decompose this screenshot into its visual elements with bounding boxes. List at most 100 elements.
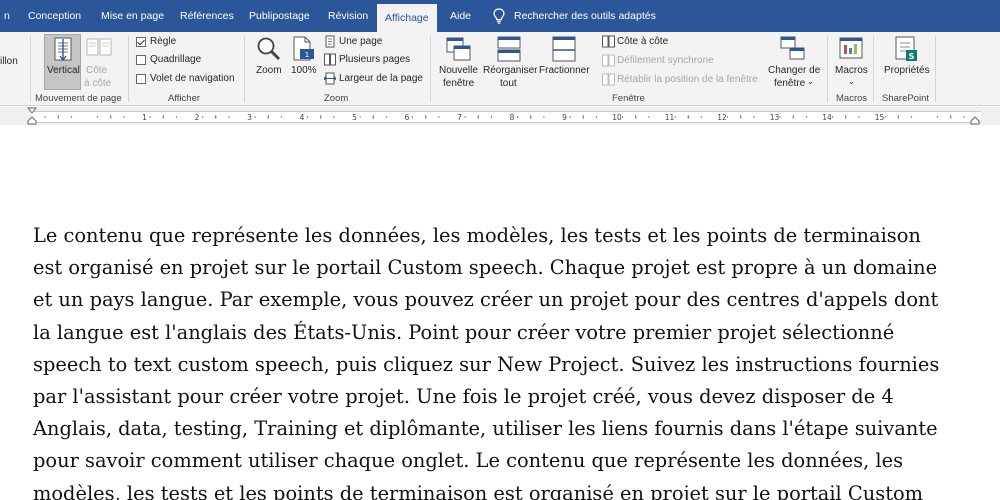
split-label: Fractionner — [539, 65, 590, 76]
ruler-number: 15 — [875, 113, 885, 122]
group-label-macros: Macros — [836, 93, 868, 104]
side-by-side-pages-icon — [86, 38, 112, 56]
tell-me-search[interactable]: Rechercher des outils adaptés — [492, 0, 656, 32]
ruler-number: 6 — [405, 113, 410, 122]
properties-button: Propriétés — [884, 65, 930, 76]
group-separator — [30, 36, 31, 102]
ruler-number: 8 — [510, 113, 515, 122]
ruler-label: Règle — [150, 36, 177, 47]
text-line: est organisé en projet sur le portail Cu… — [33, 256, 938, 280]
horizontal-ruler[interactable]: 1 2 3 4 5 6 7 8 9 10 11 12 13 14 15 — [0, 107, 1000, 125]
vertical-pages-icon — [54, 37, 72, 62]
tab-revision[interactable]: Révision — [328, 0, 368, 32]
macros-button: Macros — [835, 65, 868, 76]
ribbon-tab-bar: n Conception Mise en page Références Pub… — [0, 0, 1000, 32]
text-line: et un pays langue. Par exemple, vous pou… — [33, 288, 939, 312]
tab-mise-en-page[interactable]: Mise en page — [101, 0, 164, 32]
group-separator — [128, 36, 129, 102]
group-label-window: Fenêtre — [612, 93, 645, 104]
navigation-pane-checkbox[interactable] — [136, 74, 146, 84]
text-line: modèles, les tests et les points de term… — [33, 481, 924, 500]
tab-conception[interactable]: Conception — [28, 0, 81, 32]
zoom-magnifier-icon[interactable] — [256, 36, 282, 62]
side-by-side-label-2: à côte — [84, 78, 112, 89]
chevron-down-icon: ⌄ — [848, 77, 855, 86]
tab-aide[interactable]: Aide — [450, 0, 471, 32]
ruler-number: 14 — [822, 113, 832, 122]
group-separator — [430, 36, 431, 102]
group-separator — [827, 36, 828, 102]
group-label-show: Afficher — [168, 93, 201, 104]
ruler-number: 5 — [352, 113, 357, 122]
text-line: speech to text custom speech, puis cliqu… — [33, 352, 940, 376]
one-page-icon — [325, 35, 335, 48]
text-line: la langue est l'anglais des États-Unis. … — [33, 320, 895, 344]
new-window-label-2: fenêtre — [443, 78, 475, 89]
multiple-pages-icon — [324, 53, 336, 66]
group-separator — [873, 36, 874, 102]
page-width-button[interactable]: Largeur de la page — [339, 73, 423, 84]
group-separator — [244, 36, 245, 102]
ruler-number: 7 — [457, 113, 462, 122]
tab-partial[interactable]: n — [4, 0, 10, 32]
ruler-number: 3 — [247, 113, 252, 122]
zoom-100-icon[interactable]: 1 — [291, 36, 315, 62]
navigation-pane-label: Volet de navigation — [150, 73, 235, 84]
arrange-all-icon[interactable] — [496, 35, 522, 63]
ruler-number: 9 — [562, 113, 567, 122]
view-side-by-side-icon — [602, 35, 615, 48]
synchronous-scrolling-icon — [602, 54, 615, 67]
ruler-number: 11 — [665, 113, 675, 122]
synchronous-scrolling-button[interactable]: Défilement synchrone — [617, 55, 714, 66]
tab-publipostage[interactable]: Publipostage — [249, 0, 310, 32]
document-page[interactable]: Le contenu que représente les données, l… — [0, 125, 1000, 500]
switch-windows-label-1: Changer de — [768, 65, 821, 76]
ruler-number: 1 — [142, 113, 147, 122]
text-line: Le contenu que représente les données, l… — [33, 224, 921, 247]
reset-window-position-button[interactable]: Rétablir la position de la fenêtre — [617, 74, 758, 85]
lightbulb-icon — [493, 8, 505, 24]
switch-windows-icon[interactable] — [780, 35, 806, 63]
ruler-number: 4 — [300, 113, 305, 122]
svg-text:1: 1 — [305, 51, 309, 59]
ruler-number: 13 — [770, 113, 780, 122]
text-line: par l'assistant pour créer votre projet.… — [33, 385, 894, 409]
side-by-side-label-1: Côte — [86, 65, 108, 76]
ruler-checkbox[interactable] — [136, 37, 146, 47]
properties-icon[interactable]: S — [893, 35, 919, 63]
tab-references[interactable]: Références — [180, 0, 234, 32]
zoom-100-label: 100% — [291, 65, 317, 76]
group-separator — [935, 36, 936, 102]
ruler-number: 12 — [717, 113, 727, 122]
one-page-button[interactable]: Une page — [339, 36, 382, 47]
vertical-label: Vertical — [47, 65, 80, 76]
search-label: Rechercher des outils adaptés — [514, 10, 656, 22]
group-label-zoom: Zoom — [324, 93, 349, 104]
partial-button-label[interactable]: illon — [0, 56, 18, 67]
zoom-label: Zoom — [256, 65, 282, 76]
right-indent-marker-icon[interactable] — [970, 116, 980, 125]
text-line: pour savoir comment utiliser chaque ongl… — [33, 449, 904, 473]
split-icon[interactable] — [551, 35, 577, 63]
macros-icon[interactable] — [838, 35, 864, 63]
new-window-icon[interactable] — [446, 35, 472, 63]
reset-window-position-icon — [602, 73, 615, 86]
arrange-all-label-1: Réorganiser — [483, 65, 538, 76]
new-window-label-1: Nouvelle — [439, 65, 478, 76]
gridlines-checkbox[interactable] — [136, 55, 146, 65]
ruler-number: 10 — [612, 113, 622, 122]
svg-text:S: S — [909, 52, 915, 61]
chevron-down-icon: ⌄ — [807, 77, 814, 86]
ruler-number: 2 — [195, 113, 200, 122]
ribbon: illon Vertical Côte à côte Mouvement de … — [0, 32, 1000, 106]
group-label-page-movement: Mouvement de page — [35, 93, 122, 104]
tab-affichage[interactable]: Affichage — [377, 4, 437, 32]
ruler-markings: 1 2 3 4 5 6 7 8 9 10 11 12 13 14 15 — [44, 113, 965, 122]
group-label-sharepoint: SharePoint — [882, 93, 930, 104]
body-paragraph[interactable]: Le contenu que représente les données, l… — [33, 220, 973, 500]
arrange-all-label-2: tout — [500, 78, 517, 89]
multiple-pages-button[interactable]: Plusieurs pages — [339, 54, 410, 65]
view-side-by-side-button[interactable]: Côte à côte — [617, 36, 668, 47]
indent-marker-icon[interactable] — [27, 107, 37, 125]
gridlines-label: Quadrillage — [150, 54, 202, 65]
